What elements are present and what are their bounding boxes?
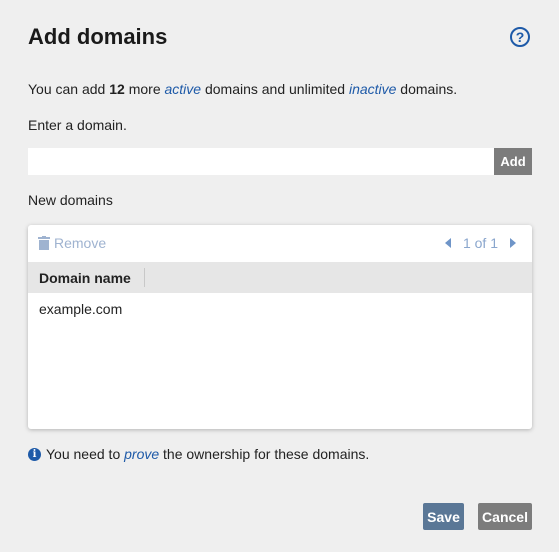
new-domains-panel: Remove 1 of 1 Domain name example.com <box>28 225 532 429</box>
info-text-2: more <box>124 81 165 97</box>
pager-text: 1 of 1 <box>462 235 498 251</box>
cancel-button[interactable]: Cancel <box>478 503 532 530</box>
previous-page-icon[interactable] <box>444 238 451 248</box>
pager: 1 of 1 <box>444 235 516 251</box>
trash-icon <box>38 236 50 250</box>
info-text-4: domains. <box>396 81 458 97</box>
domain-input[interactable] <box>28 148 494 175</box>
add-button[interactable]: Add <box>494 148 532 175</box>
remove-button[interactable]: Remove <box>38 235 106 251</box>
save-button[interactable]: Save <box>423 503 464 530</box>
note-text-1: You need to <box>46 446 125 462</box>
active-term: active <box>164 81 202 97</box>
column-divider[interactable] <box>144 268 145 287</box>
domain-limit-info: You can add 12 more active domains and u… <box>28 81 457 97</box>
remove-label: Remove <box>54 235 107 251</box>
table-row[interactable]: example.com <box>28 293 532 325</box>
prove-link[interactable]: prove <box>124 446 159 462</box>
ownership-note: i You need to prove the ownership for th… <box>28 446 369 462</box>
question-circle-icon[interactable]: ? <box>510 27 530 47</box>
add-domains-dialog: Add domains ? You can add 12 more active… <box>0 0 559 552</box>
dialog-title: Add domains <box>28 24 168 49</box>
list-toolbar: Remove 1 of 1 <box>28 225 532 262</box>
info-icon: i <box>28 447 41 461</box>
enter-domain-label: Enter a domain. <box>28 117 127 133</box>
info-text-1: You can add <box>28 81 110 97</box>
new-domains-label: New domains <box>28 192 113 208</box>
next-page-icon[interactable] <box>510 238 516 248</box>
info-text-3: domains and unlimited <box>201 81 349 97</box>
column-header-domain-name[interactable]: Domain name <box>39 270 131 286</box>
table-header: Domain name <box>28 262 532 293</box>
inactive-term: inactive <box>348 81 397 97</box>
note-text: You need to prove the ownership for thes… <box>46 446 369 462</box>
domain-cell: example.com <box>39 301 123 317</box>
remaining-count: 12 <box>109 81 125 97</box>
note-text-2: the ownership for these domains. <box>159 446 370 462</box>
